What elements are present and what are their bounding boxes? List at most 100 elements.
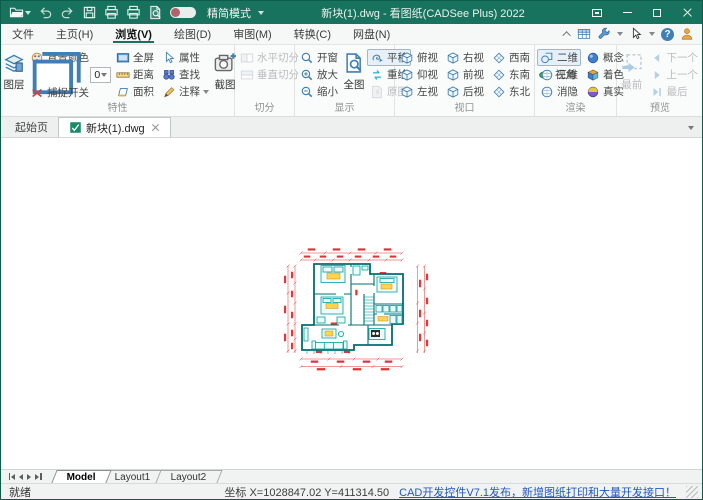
screenshot-button[interactable]: 截图: [214, 47, 236, 102]
find-button[interactable]: 查找: [159, 66, 212, 83]
tab-browse[interactable]: 浏览(V): [104, 24, 163, 44]
close-tab-icon[interactable]: [152, 124, 160, 132]
zoom-in-button[interactable]: 放大: [297, 66, 341, 83]
tab-review[interactable]: 审图(M): [222, 24, 283, 44]
tab-list-caret[interactable]: [688, 121, 702, 137]
tab-home[interactable]: 主页(H): [45, 24, 104, 44]
collapse-ribbon-icon[interactable]: [562, 31, 570, 39]
minimize-button[interactable]: [612, 1, 642, 24]
zoom-window-button[interactable]: 开窗: [297, 49, 341, 66]
layers-button[interactable]: 图层: [3, 47, 25, 102]
vertical-split-icon: [240, 68, 254, 82]
magnifier-minus-icon: [300, 85, 314, 99]
status-bar: 就绪 坐标 X=1028847.02 Y=411314.50 CAD开发控件V7…: [1, 483, 702, 499]
preview-box-icon: [621, 52, 643, 74]
tab-convert[interactable]: 转换(C): [283, 24, 342, 44]
properties-button[interactable]: 属性: [159, 49, 212, 66]
view-ne-button[interactable]: 东北: [489, 83, 533, 100]
ribbon-group-render: 二维 概念 三维 着色 消隐 真实 渲染: [535, 45, 617, 116]
tab-draw[interactable]: 绘图(D): [163, 24, 222, 44]
tab-start-page[interactable]: 起始页: [5, 117, 58, 137]
triangle-right-icon: [650, 68, 664, 82]
prev-sheet-button[interactable]: [19, 474, 23, 480]
document-tab-bar: 起始页 新块(1).dwg: [1, 117, 702, 138]
tab-file[interactable]: 文件: [1, 24, 45, 44]
close-button[interactable]: [672, 1, 702, 24]
zoom-out-button[interactable]: 缩小: [297, 83, 341, 100]
float-window-button[interactable]: [582, 1, 612, 24]
print-preview-button[interactable]: [148, 5, 163, 20]
annotate-caret-icon[interactable]: [203, 90, 209, 94]
tools-caret-icon[interactable]: [617, 32, 623, 36]
group-label-render: 渲染: [537, 102, 614, 116]
cursor-caret-icon[interactable]: [649, 32, 655, 36]
resize-grip[interactable]: [686, 486, 698, 498]
last-sheet-button[interactable]: [35, 473, 41, 480]
preview-last-button[interactable]: 最后: [647, 83, 702, 100]
distance-button[interactable]: 距离: [113, 66, 157, 83]
tab-netdisk[interactable]: 网盘(N): [342, 24, 401, 44]
cube-icon: [446, 85, 460, 99]
tab-document[interactable]: 新块(1).dwg: [58, 117, 171, 137]
view-back-button[interactable]: 后视: [443, 83, 487, 100]
render-hidden-button[interactable]: 消隐: [537, 83, 581, 100]
view-front-button[interactable]: 前视: [443, 66, 487, 83]
view-right-button[interactable]: 右视: [443, 49, 487, 66]
user-account-icon[interactable]: [680, 27, 694, 41]
view-sw-button[interactable]: 西南: [489, 49, 533, 66]
table-view-icon[interactable]: [577, 27, 591, 41]
render-2d-button[interactable]: 二维: [537, 49, 581, 66]
view-se-button[interactable]: 东南: [489, 66, 533, 83]
view-top-button[interactable]: 俯视: [397, 49, 441, 66]
view-bottom-button[interactable]: 仰视: [397, 66, 441, 83]
first-sheet-button[interactable]: [9, 473, 15, 480]
preview-first-button[interactable]: 最前: [619, 47, 645, 102]
diamond-icon: [492, 68, 506, 82]
cube-icon: [446, 68, 460, 82]
app-window: 精简模式 新块(1).dwg - 看图纸(CADSee Plus) 2022 文…: [0, 0, 703, 500]
magnifier-icon: [300, 51, 314, 65]
horizontal-split-button[interactable]: 水平切分: [237, 49, 302, 66]
print-button[interactable]: [104, 5, 119, 20]
close-icon: [683, 8, 692, 17]
undo-button[interactable]: [38, 5, 53, 20]
menu-right-tools: ?: [565, 24, 702, 44]
preview-next-button[interactable]: 下一个: [647, 49, 702, 66]
drawing-canvas[interactable]: [1, 138, 702, 469]
snap-x-icon: [30, 86, 44, 100]
minimize-icon: [623, 12, 632, 13]
simple-mode-toggle[interactable]: [170, 7, 196, 18]
next-sheet-button[interactable]: [27, 474, 31, 480]
sheet-tab-model[interactable]: Model: [51, 470, 111, 483]
snap-toggle-button[interactable]: 捕捉开关: [27, 84, 111, 101]
titlebar: 精简模式 新块(1).dwg - 看图纸(CADSee Plus) 2022: [1, 1, 702, 24]
pen-icon: [162, 85, 176, 99]
area-button[interactable]: 面积: [113, 83, 157, 100]
sheet-tab-layout2[interactable]: Layout2: [155, 470, 222, 483]
render-3d-button[interactable]: 三维: [537, 66, 581, 83]
news-link[interactable]: CAD开发控件V7.1发布，新增图纸打印和大量开发接口！: [399, 484, 676, 500]
view-left-button[interactable]: 左视: [397, 83, 441, 100]
vertical-split-button[interactable]: 垂直切分: [237, 66, 302, 83]
redo-button[interactable]: [60, 5, 75, 20]
maximize-button[interactable]: [642, 1, 672, 24]
menu-bar: 文件 主页(H) 浏览(V) 绘图(D) 审图(M) 转换(C) 网盘(N) ?: [1, 24, 702, 45]
layer-combobox[interactable]: 0: [27, 67, 111, 83]
realistic-sphere-icon: [586, 85, 600, 99]
layer-combobox-caret-icon[interactable]: [101, 73, 107, 77]
help-button[interactable]: ?: [661, 28, 674, 41]
tools-wrench-icon[interactable]: [597, 27, 611, 41]
fullscreen-button[interactable]: 全屏: [113, 49, 157, 66]
annotate-button[interactable]: 注释: [159, 83, 212, 100]
ribbon-group-preview: 最前 下一个 上一个 最后 预览: [617, 45, 703, 116]
cursor-icon: [162, 51, 176, 65]
batch-print-button[interactable]: [126, 5, 141, 20]
select-cursor-icon[interactable]: [629, 27, 643, 41]
preview-prev-button[interactable]: 上一个: [647, 66, 702, 83]
fit-all-button[interactable]: 全图: [343, 47, 365, 102]
status-ready: 就绪: [9, 484, 31, 500]
sheet-nav: [5, 473, 46, 480]
blue-sphere-icon: [586, 51, 600, 65]
ruler-icon: [116, 68, 130, 82]
binoculars-icon: [162, 68, 176, 82]
